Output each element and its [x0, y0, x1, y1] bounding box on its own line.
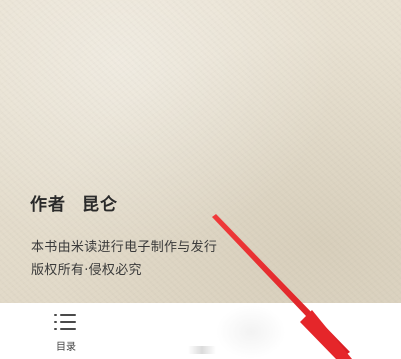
blur-overlay [216, 305, 286, 359]
production-note: 本书由米读进行电子制作与发行 [31, 240, 218, 255]
tab-label-table-of-contents: 目录 [56, 342, 76, 353]
author-name: 昆仑 [82, 195, 118, 215]
paper-texture [0, 0, 401, 303]
obscured-tab-label [188, 346, 216, 354]
copyright-note: 版权所有·侵权必究 [31, 263, 142, 278]
bottom-toolbar: 目录 [0, 303, 401, 359]
table-of-contents-icon [54, 312, 78, 332]
author-label: 作者 [30, 195, 66, 215]
tab-table-of-contents[interactable]: 目录 [36, 303, 96, 359]
book-title-page: 作者 昆仑 本书由米读进行电子制作与发行 版权所有·侵权必究 [0, 0, 401, 303]
author-line: 作者 昆仑 [30, 190, 118, 215]
